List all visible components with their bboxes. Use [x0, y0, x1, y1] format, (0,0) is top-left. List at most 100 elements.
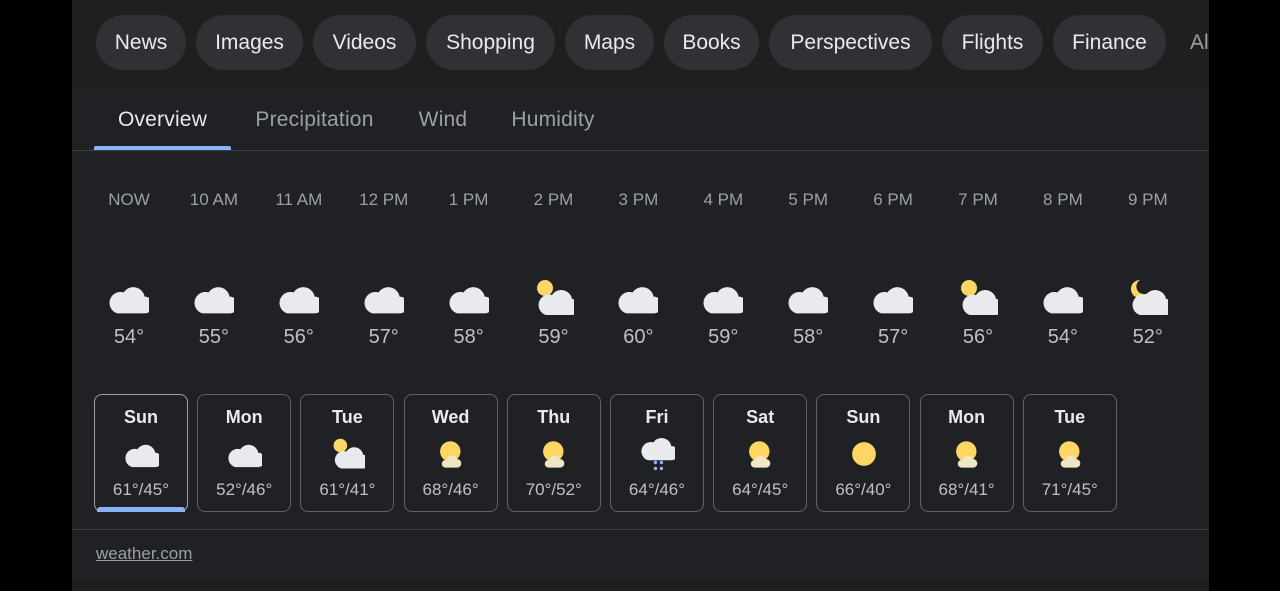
- hour-temp: 55°: [198, 326, 230, 348]
- day-temps: 71°/45°: [1041, 480, 1098, 499]
- cloudy-icon: [788, 278, 833, 318]
- cloudy-icon: [125, 437, 163, 471]
- hour-temp: 56°: [962, 326, 994, 348]
- hour-label: 10 AM: [189, 190, 238, 209]
- hour-label: 3 PM: [618, 190, 659, 209]
- cloudy-icon: [618, 278, 663, 318]
- day-temps: 66°/40°: [835, 480, 892, 499]
- hour-label: 5 PM: [788, 190, 829, 209]
- day-name: Sat: [746, 407, 775, 427]
- weather-tabs: Overview Precipitation Wind Humidity: [72, 88, 1209, 151]
- day-temps: 68°/41°: [938, 480, 995, 499]
- hour-temp: 59°: [538, 326, 569, 348]
- day-temps: 61°/41°: [319, 480, 376, 499]
- chip-shopping[interactable]: Shopping: [426, 15, 555, 70]
- chip-perspectives[interactable]: Perspectives: [769, 15, 932, 70]
- hour-label: 9 PM: [1127, 190, 1168, 209]
- partly-sunny-icon: [958, 278, 1004, 318]
- chip-maps[interactable]: Maps: [565, 15, 654, 70]
- weather-card: Overview Precipitation Wind Humidity NOW…: [72, 88, 1209, 581]
- mostly-sunny-icon: [744, 437, 778, 471]
- day-temps: 70°/52°: [525, 480, 582, 499]
- chip-books[interactable]: Books: [664, 15, 759, 70]
- partly-sunny-icon: [534, 278, 580, 318]
- active-tab-indicator: [94, 146, 231, 150]
- hour-label: 6 PM: [873, 190, 913, 209]
- hour-label: 4 PM: [703, 190, 744, 209]
- chip-ai-partial[interactable]: Al: [1190, 15, 1209, 70]
- hour-temp: 58°: [793, 326, 824, 348]
- cloudy-icon: [364, 278, 408, 318]
- day-name: Thu: [537, 407, 571, 427]
- hour-label: 2 PM: [533, 190, 574, 209]
- mostly-sunny-icon: [951, 437, 985, 471]
- sunny-icon: [847, 437, 881, 471]
- cloudy-icon: [873, 278, 918, 318]
- search-filter-chips: News Images Videos Shopping Maps Books P…: [72, 0, 1209, 86]
- day-name: Sun: [846, 407, 881, 427]
- rain-icon: [641, 437, 679, 471]
- day-name: Tue: [332, 407, 363, 427]
- hour-label: 7 PM: [958, 190, 998, 209]
- day-name: Fri: [645, 407, 669, 427]
- mostly-sunny-icon: [1054, 437, 1088, 471]
- day-tile[interactable]: Sun 66°/40°: [816, 394, 911, 512]
- cloudy-icon: [279, 278, 323, 318]
- day-temps: 68°/46°: [422, 480, 479, 499]
- hour-temp: 59°: [708, 326, 739, 348]
- card-divider: [72, 529, 1209, 530]
- tab-precipitation[interactable]: Precipitation: [242, 88, 387, 151]
- hour-temp: 52°: [1132, 326, 1163, 348]
- day-tile[interactable]: Mon 68°/41°: [919, 394, 1014, 512]
- day-tile[interactable]: Mon 52°/46°: [197, 394, 292, 512]
- day-temps: 61°/45°: [112, 480, 170, 499]
- day-tile[interactable]: Tue 61°/41°: [300, 394, 395, 512]
- day-tile[interactable]: Sat 64°/45°: [713, 394, 808, 512]
- day-temps: 64°/45°: [732, 480, 789, 499]
- day-name: Mon: [225, 407, 263, 427]
- tab-wind[interactable]: Wind: [408, 88, 478, 151]
- day-temps: 64°/46°: [628, 480, 686, 499]
- hour-label: 1 PM: [448, 190, 489, 209]
- day-tile[interactable]: Thu 70°/52°: [506, 394, 601, 512]
- cloudy-icon: [703, 278, 748, 318]
- chip-finance[interactable]: Finance: [1053, 15, 1166, 70]
- chip-flights[interactable]: Flights: [942, 15, 1043, 70]
- tab-humidity[interactable]: Humidity: [498, 88, 608, 151]
- selected-day-indicator: [97, 507, 185, 512]
- chip-images[interactable]: Images: [196, 15, 303, 70]
- hour-temp: 54°: [1047, 326, 1079, 348]
- day-tile[interactable]: Tue 71°/45°: [1022, 394, 1117, 512]
- day-tile[interactable]: Fri 64°/46°: [610, 394, 704, 512]
- day-name: Mon: [948, 407, 986, 427]
- hour-temp: 57°: [368, 326, 399, 348]
- day-tile[interactable]: Wed 68°/46°: [403, 394, 498, 512]
- hour-temp: 58°: [453, 326, 484, 348]
- mostly-sunny-icon: [435, 437, 469, 471]
- chip-news[interactable]: News: [96, 15, 186, 70]
- hour-label: NOW: [108, 190, 150, 209]
- hour-temp: 57°: [877, 326, 909, 348]
- weather-panel: News Images Videos Shopping Maps Books P…: [72, 0, 1209, 591]
- hour-label: 12 PM: [359, 190, 409, 209]
- day-name: Tue: [1054, 407, 1086, 427]
- cloudy-icon: [449, 278, 493, 318]
- day-tile[interactable]: Sun 61°/45°: [94, 394, 188, 512]
- day-name: Sun: [124, 407, 158, 427]
- cloudy-icon: [109, 278, 153, 318]
- hour-label: 11 AM: [275, 190, 323, 209]
- cloudy-icon: [228, 437, 266, 471]
- chip-videos[interactable]: Videos: [313, 15, 416, 70]
- day-name: Wed: [431, 407, 470, 427]
- cloudy-icon: [1043, 278, 1087, 318]
- partly-cloudy-icon: [331, 437, 371, 471]
- hour-label: 8 PM: [1043, 190, 1083, 209]
- hour-temp: 54°: [113, 326, 145, 348]
- hour-temp: 60°: [623, 326, 654, 348]
- partly-cloudy-night-icon: [1128, 278, 1174, 318]
- mostly-sunny-icon: [538, 437, 572, 471]
- hour-temp: 56°: [283, 326, 314, 348]
- tab-overview[interactable]: Overview: [94, 88, 231, 151]
- source-link[interactable]: weather.com: [96, 544, 192, 564]
- cloudy-icon: [194, 278, 238, 318]
